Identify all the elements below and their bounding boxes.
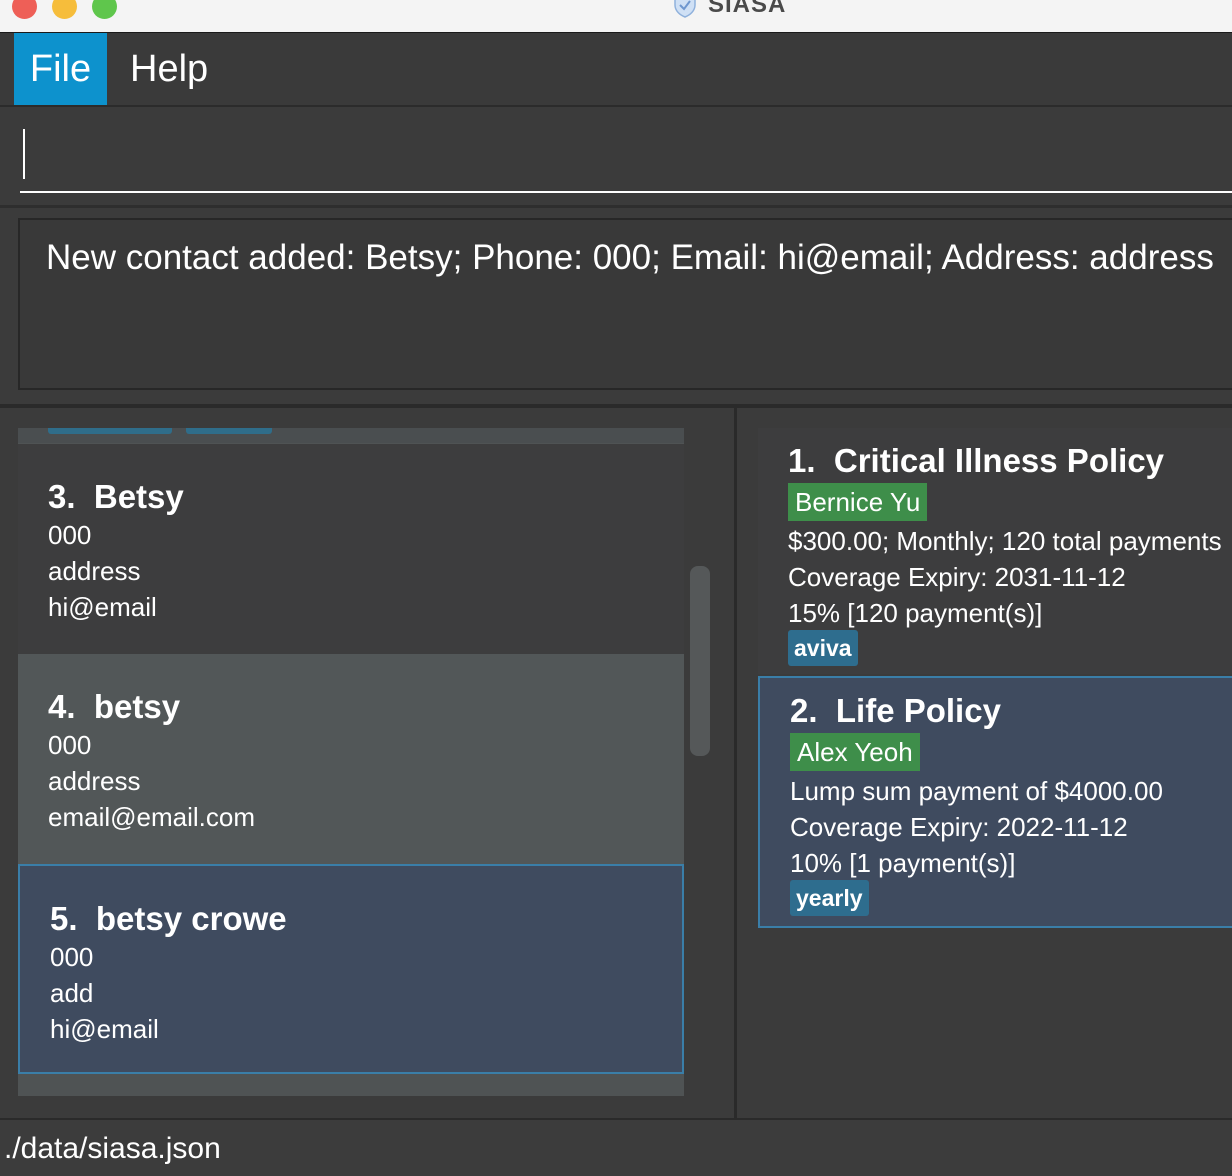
menu-help[interactable]: Help (112, 33, 226, 105)
status-file-path: ./data/siasa.json (4, 1132, 221, 1165)
policy-name: Critical Illness Policy (833, 442, 1165, 479)
policy-owner-tag: Alex Yeoh (790, 733, 920, 771)
contact-address: add (50, 978, 94, 1008)
contact-email: email@email.com (48, 802, 255, 832)
menu-bar: File Help (0, 33, 1232, 107)
contact-title: 5. betsy crowe (50, 900, 287, 938)
contact-address: address (48, 766, 141, 796)
contact-list[interactable]: 3. Betsy 000 address hi@email 4. betsy 0… (18, 428, 684, 1096)
list-item-partial[interactable] (18, 428, 684, 443)
contact-index: 3. (48, 478, 76, 515)
result-display[interactable]: New contact added: Betsy; Phone: 000; Em… (18, 218, 1232, 390)
title-bar: SIASA (0, 0, 1232, 33)
policy-tag: aviva (788, 630, 858, 666)
contact-email: hi@email (50, 1014, 159, 1044)
contact-email: hi@email (48, 592, 157, 622)
policy-owner-tag: Bernice Yu (788, 483, 928, 521)
contact-list-scrollbar[interactable] (690, 566, 710, 756)
result-display-area: New contact added: Betsy; Phone: 000; Em… (0, 208, 1232, 408)
window-title: SIASA (708, 0, 787, 18)
policy-name: Life Policy (835, 692, 1001, 729)
text-cursor (23, 129, 25, 179)
contact-list-panel: 3. Betsy 000 address hi@email 4. betsy 0… (0, 408, 737, 1118)
tag-partial (48, 428, 172, 434)
contact-name: Betsy (93, 478, 184, 515)
contact-name: betsy crowe (95, 900, 287, 937)
maximize-window-button[interactable] (92, 0, 117, 19)
result-message: New contact added: Betsy; Phone: 000; Em… (46, 238, 1214, 277)
tag-partial (186, 428, 272, 434)
policy-index: 1. (788, 442, 816, 479)
contact-card[interactable]: 3. Betsy 000 address hi@email (18, 444, 684, 654)
minimize-window-button[interactable] (52, 0, 77, 19)
contact-card[interactable]: 4. betsy 000 address email@email.com (18, 654, 684, 864)
command-box (0, 107, 1232, 208)
policy-card[interactable]: 1. Critical Illness Policy Bernice Yu $3… (758, 428, 1232, 674)
close-window-button[interactable] (12, 0, 37, 19)
contact-title: 3. Betsy (48, 478, 184, 516)
contact-phone: 000 (50, 942, 94, 972)
policy-title: 2. Life Policy (790, 692, 1001, 730)
status-bar: ./data/siasa.json (0, 1118, 1232, 1176)
contact-name: betsy (93, 688, 181, 725)
policy-payment: Lump sum payment of $4000.00 (790, 776, 1163, 806)
menu-file[interactable]: File (14, 33, 107, 105)
policy-commission: 15% [120 payment(s)] (788, 598, 1043, 628)
shield-check-icon (672, 0, 698, 18)
contact-index: 5. (50, 900, 78, 937)
policy-card-selected[interactable]: 2. Life Policy Alex Yeoh Lump sum paymen… (758, 676, 1232, 928)
window-title-group: SIASA (672, 0, 786, 20)
app-window: SIASA File Help New contact added: Betsy… (0, 0, 1232, 1176)
contact-phone: 000 (48, 520, 92, 550)
contact-address: address (48, 556, 141, 586)
policy-expiry: Coverage Expiry: 2031-11-12 (788, 562, 1126, 592)
policy-list-panel: 1. Critical Illness Policy Bernice Yu $3… (737, 408, 1232, 1118)
contact-index: 4. (48, 688, 76, 725)
policy-payment: $300.00; Monthly; 120 total payments (788, 526, 1222, 556)
policy-expiry: Coverage Expiry: 2022-11-12 (790, 812, 1128, 842)
policy-index: 2. (790, 692, 818, 729)
policy-commission: 10% [1 payment(s)] (790, 848, 1016, 878)
command-input[interactable] (20, 107, 1232, 193)
contact-title: 4. betsy (48, 688, 180, 726)
contact-phone: 000 (48, 730, 92, 760)
policy-tag: yearly (790, 880, 869, 916)
contact-card-selected[interactable]: 5. betsy crowe 000 add hi@email (18, 864, 684, 1074)
policy-title: 1. Critical Illness Policy (788, 442, 1164, 480)
